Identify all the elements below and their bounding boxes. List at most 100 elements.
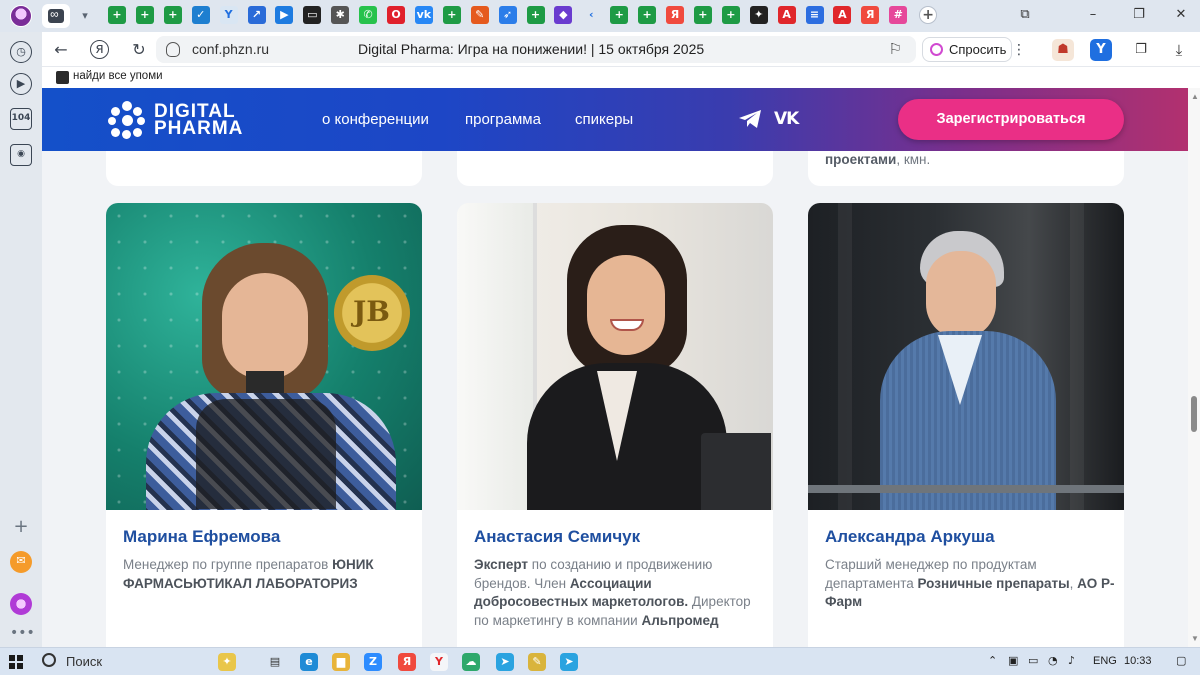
- yandex-home-icon[interactable]: я: [90, 40, 109, 59]
- check-tab-icon[interactable]: ✓: [191, 6, 210, 24]
- edge-taskbar-icon[interactable]: e: [300, 653, 318, 671]
- input-language[interactable]: ENG: [1093, 655, 1117, 667]
- speaker-name: Александра Аркуша: [825, 527, 995, 546]
- speaker-photo: [457, 203, 773, 510]
- sheets-tab-icon[interactable]: +: [108, 6, 126, 24]
- tray-chevron-icon[interactable]: ⌃: [988, 654, 997, 667]
- tab-list-chevron-icon[interactable]: ▾: [74, 6, 96, 26]
- shield-tab-icon[interactable]: ◆: [554, 6, 573, 24]
- profile-avatar[interactable]: [10, 5, 32, 27]
- copilot-taskbar-icon[interactable]: ✦: [218, 653, 236, 671]
- clock[interactable]: 10:33: [1124, 655, 1152, 667]
- speaker-card[interactable]: Александра Аркуша Старший менеджер по пр…: [808, 203, 1124, 647]
- speaker-photo: JB: [106, 203, 422, 510]
- nav-program[interactable]: программа: [465, 111, 541, 128]
- yandex-taskbar-icon[interactable]: Я: [398, 653, 416, 671]
- explorer-taskbar-icon[interactable]: ▆: [332, 653, 350, 671]
- flame-tab-icon[interactable]: ✎: [470, 6, 489, 24]
- scroll-up-icon[interactable]: ▲: [1191, 92, 1199, 101]
- digital-pharma-logo-icon[interactable]: [108, 101, 146, 139]
- minimize-icon[interactable]: –: [1082, 7, 1104, 25]
- volume-icon[interactable]: ♪: [1068, 654, 1075, 667]
- alice-assistant-icon[interactable]: [10, 593, 32, 615]
- notifications-icon[interactable]: ▢: [1176, 654, 1186, 667]
- camera-tab-icon[interactable]: ▭: [303, 6, 322, 24]
- page-scrollbar[interactable]: ▲ ▼: [1188, 88, 1200, 647]
- vk-icon[interactable]: VK: [774, 109, 799, 129]
- gear-tab-icon[interactable]: ✱: [331, 6, 350, 24]
- close-window-icon[interactable]: ✕: [1170, 7, 1192, 25]
- active-tab[interactable]: [42, 4, 70, 28]
- telegram-taskbar-icon[interactable]: ➤: [560, 653, 578, 671]
- speaker-card[interactable]: JB Марина Ефремова Менеджер по группе пр…: [106, 203, 422, 647]
- sheets-tab-icon[interactable]: +: [135, 6, 154, 24]
- screenshot-icon[interactable]: ◉: [10, 144, 32, 166]
- yandex-browser-taskbar-icon[interactable]: Y: [430, 653, 448, 671]
- sheets-tab-icon[interactable]: +: [610, 6, 629, 24]
- spark-tab-icon[interactable]: ✦: [749, 6, 768, 24]
- yandex-tab-icon[interactable]: Я: [666, 6, 684, 24]
- windows-start-icon[interactable]: [9, 655, 23, 669]
- yandex-tab-icon[interactable]: Я: [861, 6, 880, 24]
- back-icon[interactable]: ←: [50, 39, 72, 61]
- register-button[interactable]: Зарегистрироваться: [898, 99, 1124, 140]
- zoom-tab-icon[interactable]: ▶: [275, 6, 294, 24]
- docs-tab-icon[interactable]: ≡: [805, 6, 824, 24]
- opera-tab-icon[interactable]: O: [387, 6, 405, 24]
- sheets-tab-icon[interactable]: +: [693, 6, 712, 24]
- yandex-y-tab-icon[interactable]: Y: [219, 6, 238, 24]
- play-icon[interactable]: ▶: [10, 73, 32, 95]
- address-bar[interactable]: conf.phzn.ru Digital Pharma: Игра на пон…: [156, 36, 916, 63]
- sheets-tab-icon[interactable]: +: [638, 6, 657, 24]
- speaker-card[interactable]: Анастасия Семичук Эксперт по созданию и …: [457, 203, 773, 647]
- nav-speakers[interactable]: спикеры: [575, 111, 633, 128]
- scroll-down-icon[interactable]: ▼: [1191, 634, 1199, 643]
- maximize-icon[interactable]: ❐: [1128, 7, 1150, 25]
- download-icon[interactable]: ⤓: [1168, 39, 1190, 61]
- scrollbar-thumb[interactable]: [1191, 396, 1197, 432]
- reload-icon[interactable]: ↻: [128, 39, 150, 61]
- task-view-taskbar-icon[interactable]: ▤: [266, 653, 284, 671]
- sheets-tab-icon[interactable]: +: [526, 6, 545, 24]
- taskbar-search-label[interactable]: Поиск: [66, 654, 102, 669]
- acrobat-tab-icon[interactable]: A: [833, 6, 852, 24]
- sheets-tab-icon[interactable]: +: [442, 6, 461, 24]
- back-tab-icon[interactable]: ‹: [582, 6, 601, 24]
- collections-icon[interactable]: ❐: [1130, 39, 1152, 61]
- menu-dots-icon[interactable]: ⋮: [1008, 39, 1030, 61]
- nav-about[interactable]: о конференции: [322, 111, 429, 128]
- ask-button[interactable]: Спросить: [922, 37, 1012, 62]
- extension-icon[interactable]: ☗: [1052, 39, 1074, 61]
- counter-badge-icon[interactable]: 104: [10, 108, 32, 130]
- more-icon[interactable]: •••: [10, 622, 35, 644]
- sheets-tab-icon[interactable]: +: [721, 6, 740, 24]
- telegram-icon[interactable]: [738, 109, 762, 129]
- logo-wordmark[interactable]: DIGITAL PHARMA: [154, 102, 243, 138]
- history-icon[interactable]: ◷: [10, 41, 32, 63]
- tab-overview-icon[interactable]: ⧉: [1014, 7, 1036, 25]
- site-security-icon[interactable]: [166, 42, 180, 57]
- grid-tab-icon[interactable]: #: [889, 6, 908, 24]
- yandex-extension-icon[interactable]: Y: [1090, 39, 1112, 61]
- network-device-icon[interactable]: ▣: [1008, 654, 1018, 667]
- arrow-tab-icon[interactable]: ↗: [247, 6, 266, 24]
- add-panel-icon[interactable]: +: [10, 516, 32, 538]
- mail-icon[interactable]: ✉: [10, 551, 32, 573]
- zoom-taskbar-icon[interactable]: Z: [364, 653, 382, 671]
- browser-sidebar: ◷ ▶ 104 ◉ + ✉ •••: [0, 32, 42, 647]
- acrobat-tab-icon[interactable]: A: [777, 6, 796, 24]
- cloud-taskbar-icon[interactable]: ☁: [462, 653, 480, 671]
- sheets-tab-icon[interactable]: +: [163, 6, 182, 24]
- bookmark-star-icon[interactable]: ⚐: [889, 40, 902, 58]
- search-icon[interactable]: [42, 653, 56, 667]
- vk-tab-icon[interactable]: vk: [414, 6, 433, 24]
- wifi-icon[interactable]: ◔: [1048, 654, 1058, 667]
- telegram-taskbar-icon[interactable]: ➤: [496, 653, 514, 671]
- paint-taskbar-icon[interactable]: ✎: [528, 653, 546, 671]
- bookmark-label: найди все упоми: [73, 70, 163, 82]
- speaker-photo: [808, 203, 1124, 510]
- feather-tab-icon[interactable]: ➶: [498, 6, 517, 24]
- new-tab-icon[interactable]: +: [919, 6, 938, 24]
- battery-icon[interactable]: ▭: [1028, 654, 1038, 667]
- whatsapp-tab-icon[interactable]: ✆: [359, 6, 378, 24]
